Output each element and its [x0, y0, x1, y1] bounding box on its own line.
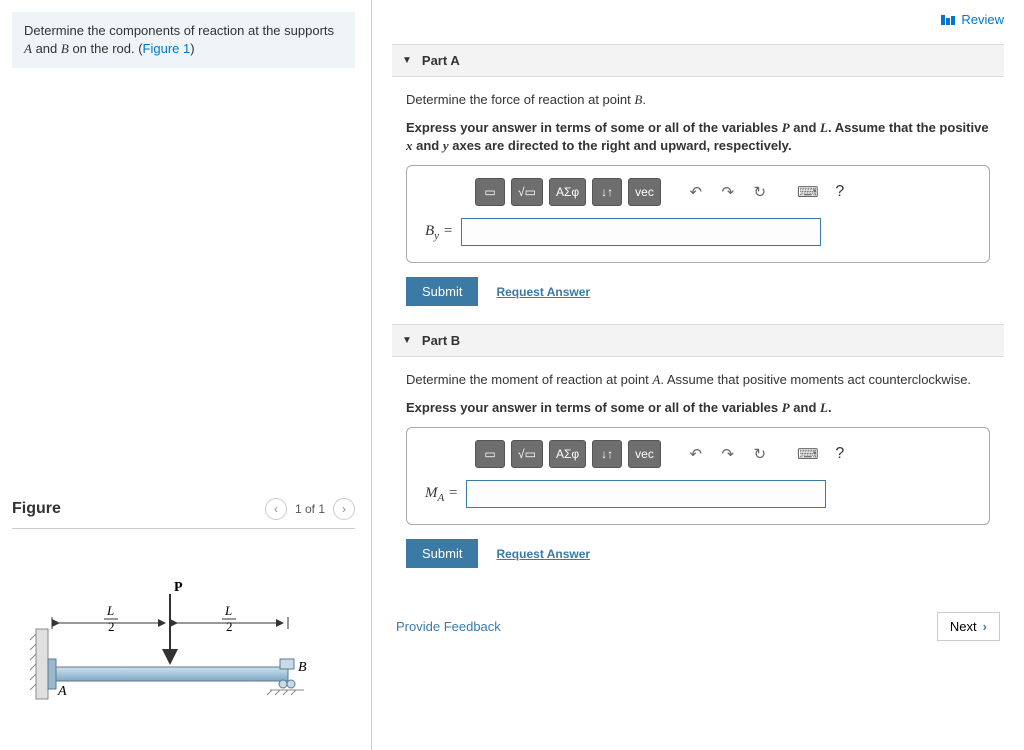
part-b-header[interactable]: ▼ Part B [392, 324, 1004, 357]
templates-button[interactable]: ▭ [475, 440, 505, 468]
arrows-button[interactable]: ↓↑ [592, 440, 622, 468]
part-b-prompt: Determine the moment of reaction at poin… [406, 371, 990, 389]
caret-down-icon: ▼ [402, 55, 412, 66]
sqrt-button[interactable]: √▭ [511, 178, 543, 206]
divider [12, 528, 355, 529]
keyboard-button[interactable]: ⌨ [795, 178, 821, 206]
redo-button[interactable]: ↷ [715, 178, 741, 206]
label-a: A [57, 684, 67, 699]
figure-title: Figure [12, 500, 61, 518]
svg-text:2: 2 [108, 619, 115, 634]
vec-button[interactable]: vec [628, 440, 661, 468]
part-a-request-answer[interactable]: Request Answer [496, 285, 590, 299]
help-button[interactable]: ? [827, 179, 853, 205]
problem-intro: Determine the components of reaction at … [12, 12, 355, 68]
vec-button[interactable]: vec [628, 178, 661, 206]
part-b-answer-box: ▭ √▭ ΑΣφ ↓↑ vec ↶ ↷ ↻ ⌨ ? MA = [406, 427, 990, 525]
part-a-instructions: Express your answer in terms of some or … [406, 119, 990, 155]
part-a-header[interactable]: ▼ Part A [392, 44, 1004, 77]
undo-button[interactable]: ↶ [683, 440, 709, 468]
arrows-button[interactable]: ↓↑ [592, 178, 622, 206]
figure-pager: ‹ 1 of 1 › [265, 498, 355, 520]
caret-down-icon: ▼ [402, 335, 412, 346]
part-b-answer-input[interactable] [466, 480, 826, 508]
undo-button[interactable]: ↶ [683, 178, 709, 206]
review-icon [941, 15, 955, 25]
svg-text:L: L [224, 603, 232, 618]
chevron-right-icon: › [983, 619, 987, 634]
label-b: B [298, 660, 307, 675]
part-a-answer-box: ▭ √▭ ΑΣφ ↓↑ vec ↶ ↷ ↻ ⌨ ? By = [406, 165, 990, 263]
redo-button[interactable]: ↷ [715, 440, 741, 468]
part-b-request-answer[interactable]: Request Answer [496, 547, 590, 561]
templates-button[interactable]: ▭ [475, 178, 505, 206]
part-a-prompt: Determine the force of reaction at point… [406, 91, 990, 109]
figure-pager-text: 1 of 1 [295, 502, 325, 516]
provide-feedback-link[interactable]: Provide Feedback [396, 619, 501, 634]
help-button[interactable]: ? [827, 441, 853, 467]
review-link[interactable]: Review [941, 12, 1004, 27]
figure-prev-button[interactable]: ‹ [265, 498, 287, 520]
part-a-answer-input[interactable] [461, 218, 821, 246]
part-b-instructions: Express your answer in terms of some or … [406, 399, 990, 417]
part-b-variable-label: MA = [425, 485, 458, 504]
greek-button[interactable]: ΑΣφ [549, 178, 586, 206]
part-b-submit-button[interactable]: Submit [406, 539, 478, 568]
figure-next-button[interactable]: › [333, 498, 355, 520]
svg-text:L: L [106, 603, 114, 618]
reset-button[interactable]: ↻ [747, 440, 773, 468]
figure-link[interactable]: Figure 1 [143, 41, 191, 56]
part-a-variable-label: By = [425, 223, 453, 242]
next-button[interactable]: Next› [937, 612, 1000, 641]
reset-button[interactable]: ↻ [747, 178, 773, 206]
part-a-submit-button[interactable]: Submit [406, 277, 478, 306]
keyboard-button[interactable]: ⌨ [795, 440, 821, 468]
label-p: P [174, 580, 183, 595]
figure-diagram: P A B L 2 L 2 [12, 559, 322, 709]
sqrt-button[interactable]: √▭ [511, 440, 543, 468]
greek-button[interactable]: ΑΣφ [549, 440, 586, 468]
svg-text:2: 2 [226, 619, 233, 634]
